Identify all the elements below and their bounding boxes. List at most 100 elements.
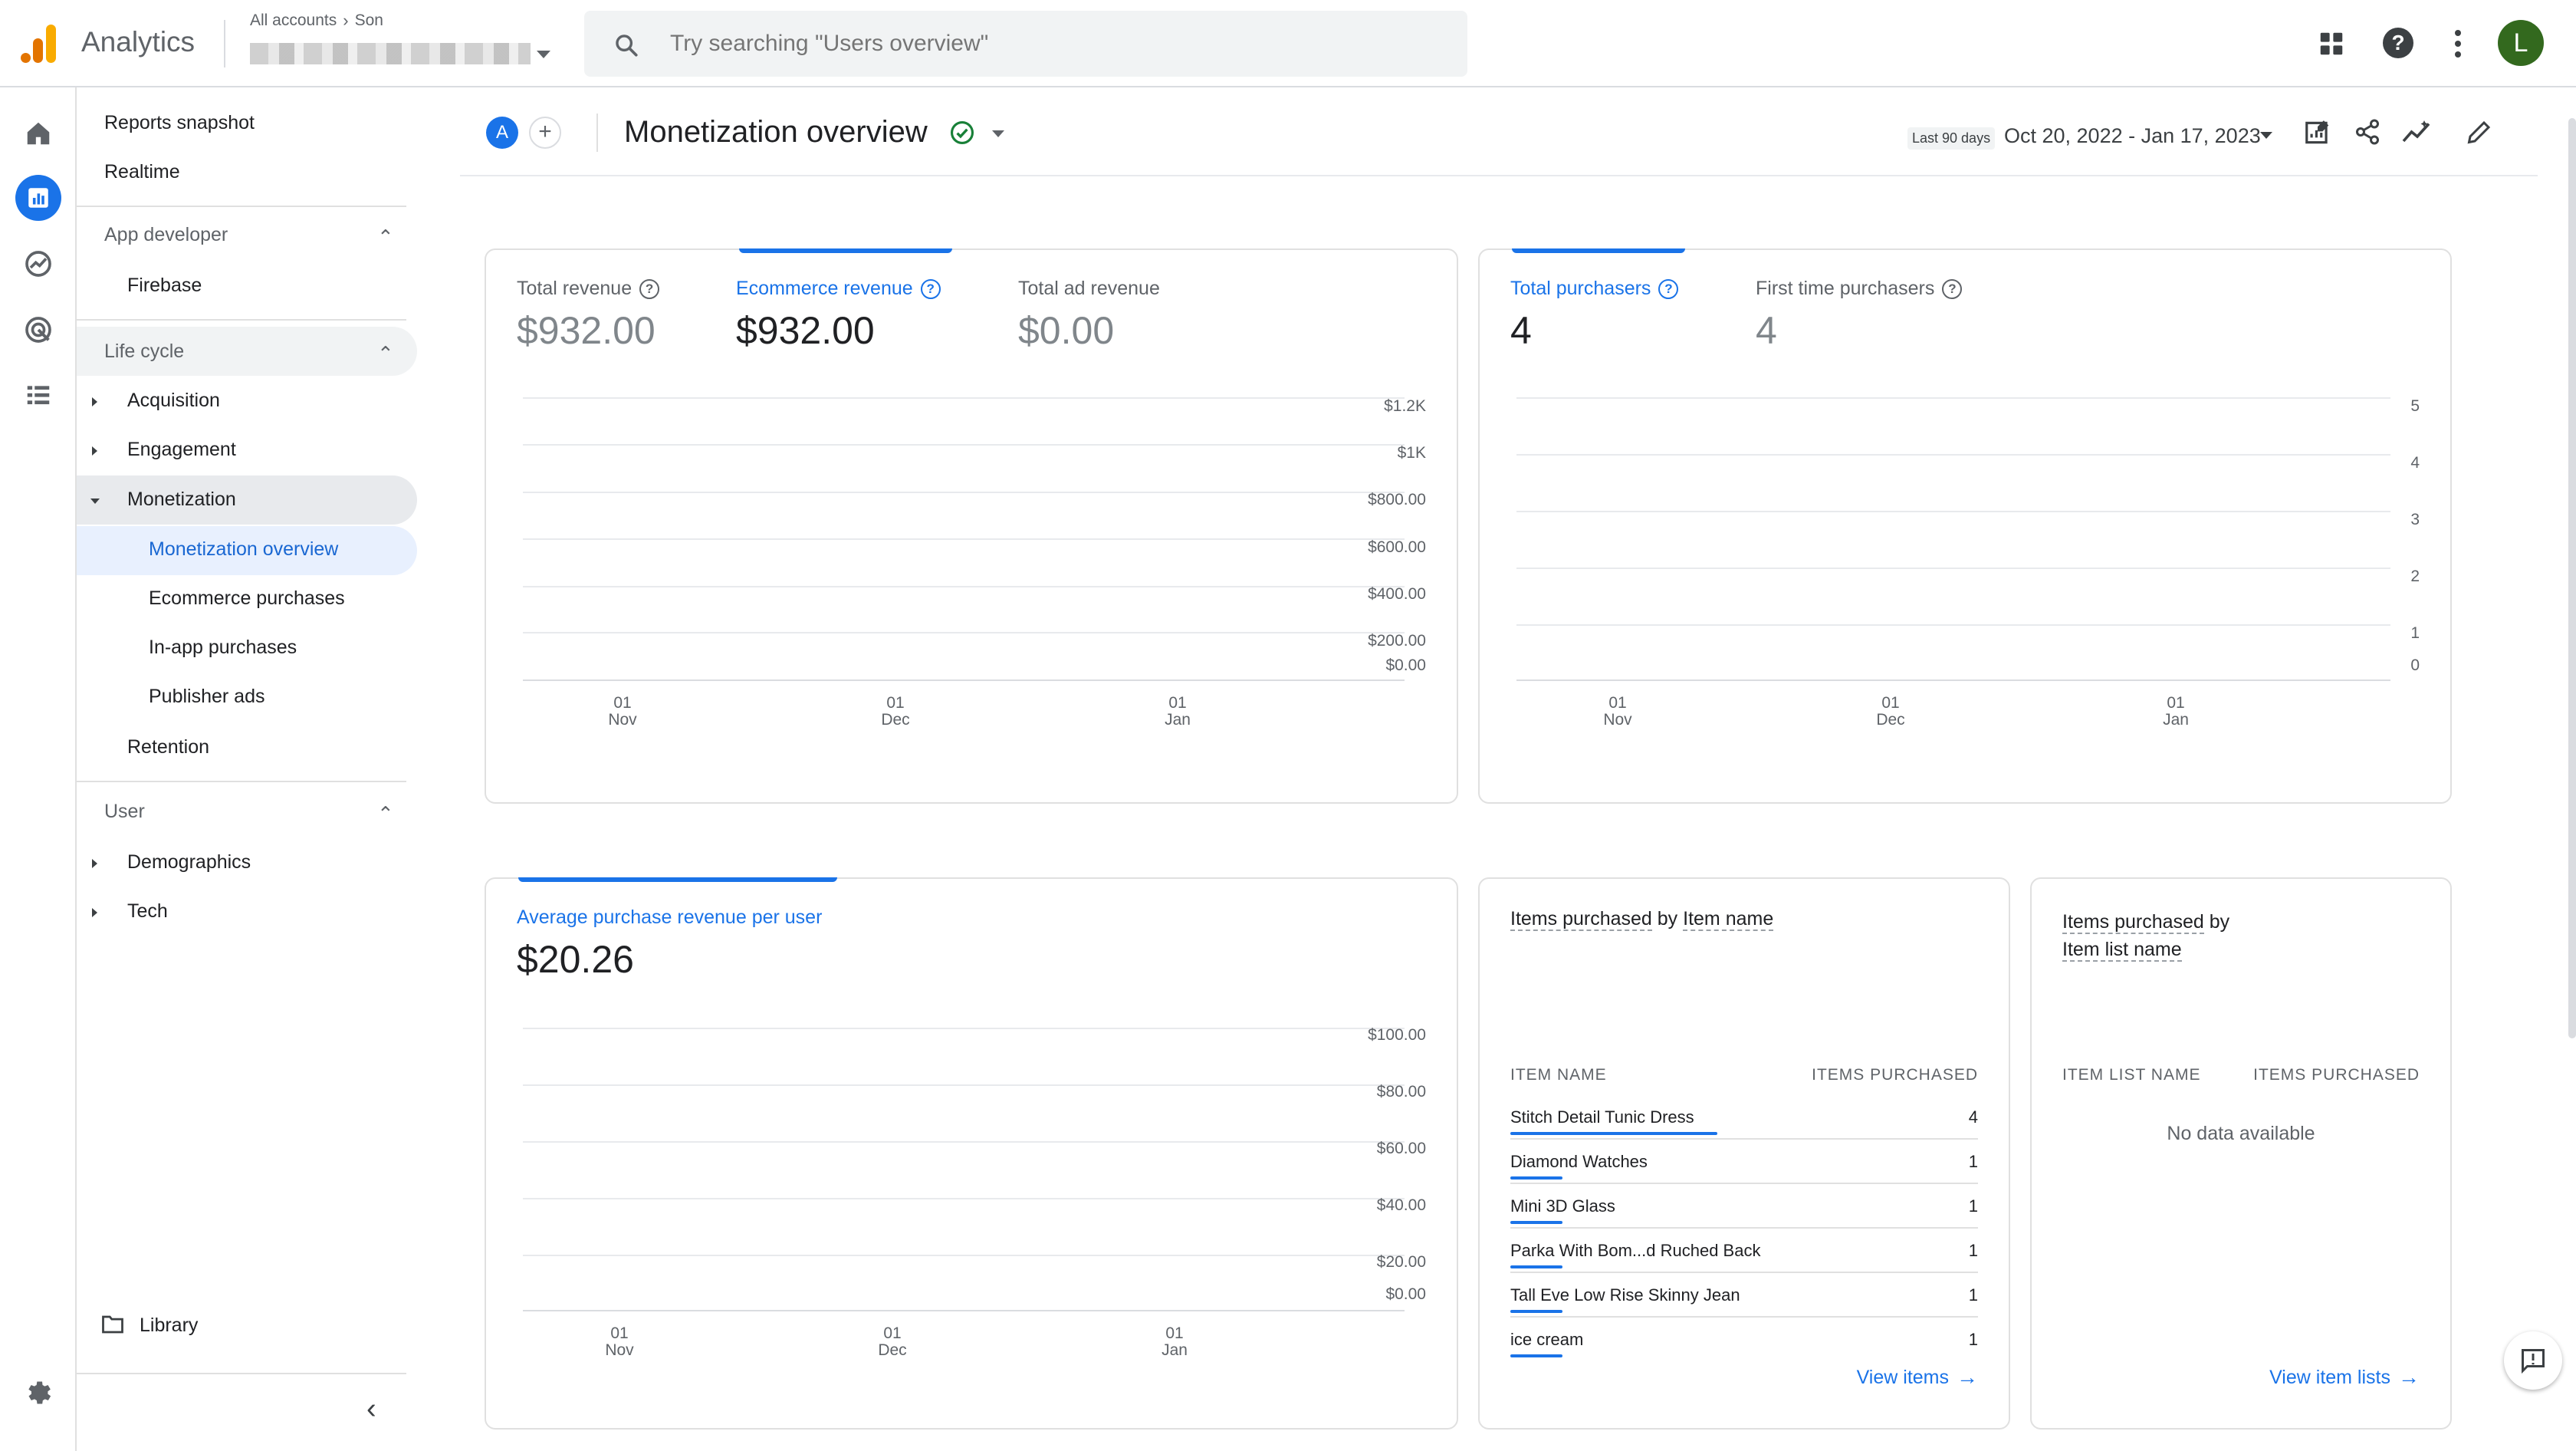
settings-gear-icon[interactable] (15, 1370, 61, 1416)
view-items-link[interactable]: View items → (1857, 1365, 1978, 1390)
x-tick-label: 01 Nov (589, 1325, 650, 1359)
insights-icon[interactable] (2401, 118, 2433, 150)
chevron-right-icon: › (343, 11, 349, 30)
view-item-lists-link[interactable]: View item lists → (2269, 1365, 2420, 1390)
header-underline (460, 175, 2538, 176)
help-circle-icon[interactable]: ? (1658, 278, 1679, 299)
y-tick-label: $0.00 (1385, 656, 1426, 674)
nav-ecommerce-purchases[interactable]: Ecommerce purchases (149, 587, 345, 610)
nav-tech[interactable]: Tech (127, 900, 168, 923)
account-avatar[interactable]: L (2498, 20, 2544, 66)
dimension-title-link[interactable]: Item list name (2062, 939, 2182, 962)
check-circle-icon[interactable] (949, 120, 975, 146)
header-divider (596, 114, 598, 152)
apps-grid-icon[interactable] (2317, 29, 2346, 58)
nav-engagement[interactable]: Engagement (127, 439, 236, 461)
breadcrumb-root[interactable]: All accounts (250, 12, 337, 30)
share-icon[interactable] (2354, 118, 2381, 150)
search-input[interactable] (670, 26, 1437, 61)
metric-total-purchasers[interactable]: Total purchasers? (1510, 278, 1679, 300)
metric-title-link[interactable]: Items purchased (2062, 911, 2204, 934)
nav-publisher-ads[interactable]: Publisher ads (149, 686, 264, 708)
date-dropdown-icon[interactable] (2260, 132, 2272, 139)
analytics-logo-icon[interactable] (20, 23, 58, 64)
column-header-items-purchased: ITEMS PURCHASED (2253, 1066, 2420, 1084)
metric-arpu[interactable]: Average purchase revenue per user (517, 906, 822, 929)
breadcrumb-child[interactable]: Son (355, 12, 383, 30)
help-circle-icon[interactable]: ? (1942, 278, 1963, 299)
chevron-up-icon[interactable]: ⌃ (377, 225, 394, 249)
edit-pencil-icon[interactable] (2466, 118, 2493, 150)
table-row[interactable]: Stitch Detail Tunic Dress 4 (1510, 1097, 1978, 1141)
metric-total-revenue[interactable]: Total revenue? (517, 278, 660, 300)
nav-monetization[interactable]: Monetization (127, 489, 236, 511)
customize-report-icon[interactable] (2303, 118, 2332, 151)
nav-monetization-overview[interactable]: Monetization overview (149, 538, 338, 561)
dropdown-arrow-icon (537, 51, 550, 58)
nav-section-app-developer[interactable]: App developer (104, 224, 228, 246)
nav-retention[interactable]: Retention (127, 736, 209, 758)
chevron-up-icon[interactable]: ⌃ (377, 802, 394, 826)
scrollbar-thumb[interactable] (2568, 118, 2576, 1038)
metric-title-link[interactable]: Items purchased (1510, 908, 1652, 931)
expand-arrow-icon[interactable] (92, 859, 97, 868)
dimension-title-link[interactable]: Item name (1683, 908, 1774, 931)
table-row[interactable]: Parka With Bom...d Ruched Back 1 (1510, 1230, 1978, 1275)
expand-arrow-icon[interactable] (92, 908, 97, 917)
add-comparison-icon[interactable]: + (529, 117, 561, 149)
nav-realtime[interactable]: Realtime (104, 161, 180, 183)
home-icon[interactable] (15, 110, 61, 156)
configure-icon[interactable] (15, 373, 61, 419)
search-bar[interactable] (584, 11, 1467, 77)
feedback-button[interactable] (2504, 1331, 2562, 1390)
metric-ecommerce-revenue-value: $932.00 (736, 309, 875, 352)
gridline (1516, 511, 2390, 512)
selected-metric-indicator (1512, 248, 1685, 253)
nav-reports-snapshot[interactable]: Reports snapshot (104, 112, 255, 134)
nav-inapp-purchases[interactable]: In-app purchases (149, 637, 297, 659)
help-icon[interactable]: ? (2383, 28, 2413, 58)
nav-acquisition[interactable]: Acquisition (127, 390, 220, 412)
column-header-item-name: ITEM NAME (1510, 1066, 1607, 1084)
reports-icon[interactable] (15, 175, 61, 221)
table-row[interactable]: ice cream 1 (1510, 1319, 1978, 1364)
y-tick-label: $600.00 (1368, 538, 1426, 556)
help-circle-icon[interactable]: ? (639, 278, 660, 299)
table-row[interactable]: Mini 3D Glass 1 (1510, 1186, 1978, 1230)
gridline (523, 538, 1405, 540)
explore-icon[interactable] (15, 241, 61, 287)
help-circle-icon[interactable]: ? (920, 278, 941, 299)
nav-section-life-cycle[interactable]: Life cycle (104, 341, 184, 363)
table-row[interactable]: Tall Eve Low Rise Skinny Jean 1 (1510, 1275, 1978, 1319)
y-tick-label: $80.00 (1376, 1083, 1426, 1101)
expand-arrow-icon[interactable] (92, 446, 97, 456)
divider (77, 781, 406, 782)
x-tick-month: Dec (1876, 711, 1905, 729)
x-tick-label: 01 Dec (1860, 695, 1921, 729)
item-name-cell: ice cream (1510, 1330, 1584, 1349)
expand-arrow-icon[interactable] (92, 397, 97, 406)
more-vert-icon[interactable] (2450, 28, 2466, 60)
nav-section-user[interactable]: User (104, 801, 145, 823)
chevron-up-icon[interactable]: ⌃ (377, 342, 394, 366)
row-divider (1510, 1227, 1978, 1229)
date-range-picker[interactable]: Oct 20, 2022 - Jan 17, 2023 (2004, 124, 2261, 148)
table-row[interactable]: Diamond Watches 1 (1510, 1141, 1978, 1186)
metric-first-time-purchasers[interactable]: First time purchasers? (1756, 278, 1963, 300)
nav-demographics[interactable]: Demographics (127, 851, 251, 874)
collapse-arrow-icon[interactable] (90, 498, 100, 504)
metric-total-ad-revenue[interactable]: Total ad revenue (1018, 278, 1160, 300)
gridline (523, 586, 1405, 587)
nav-firebase[interactable]: Firebase (127, 275, 202, 297)
divider (77, 1373, 406, 1374)
metric-total-purchasers-value: 4 (1510, 309, 1532, 352)
collapse-nav-icon[interactable]: ‹ (366, 1393, 376, 1426)
title-dropdown-icon[interactable] (992, 130, 1004, 137)
x-tick-month: Dec (878, 1341, 907, 1359)
metric-ecommerce-revenue[interactable]: Ecommerce revenue? (736, 278, 941, 300)
comparison-chip[interactable]: A (486, 117, 518, 149)
date-range-label: Last 90 days (1907, 127, 1996, 150)
advertising-icon[interactable] (15, 307, 61, 353)
nav-library[interactable]: Library (140, 1314, 198, 1337)
account-selector[interactable]: All accounts › Son (250, 11, 557, 72)
